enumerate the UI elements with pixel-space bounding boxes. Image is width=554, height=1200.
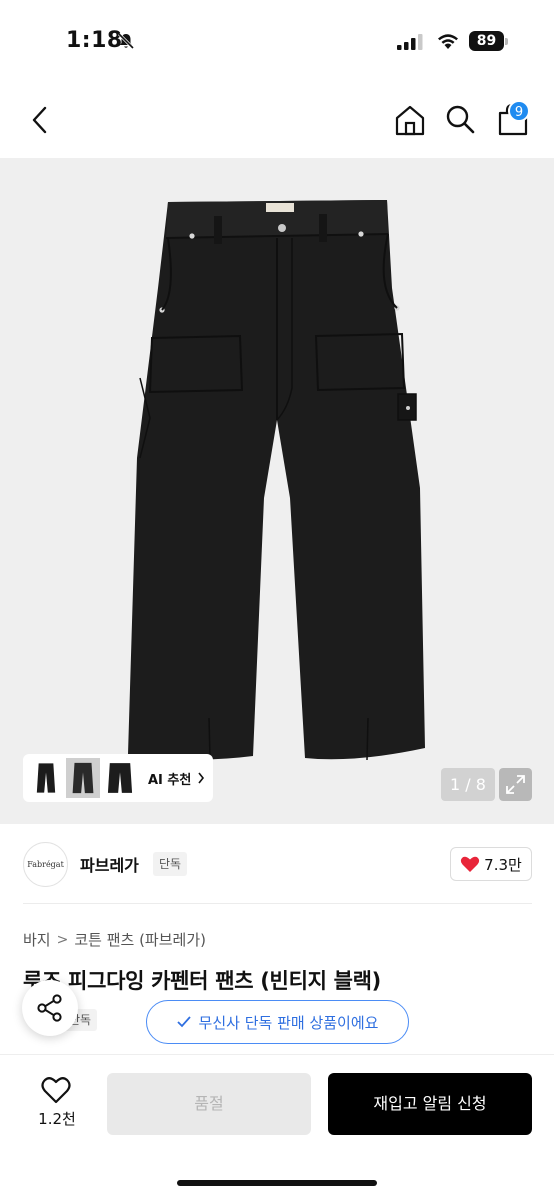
image-page-counter: 1 / 8 bbox=[441, 768, 495, 801]
share-icon bbox=[37, 994, 62, 1022]
heart-filled-icon bbox=[461, 856, 480, 872]
chevron-right-icon bbox=[198, 772, 205, 784]
product-title: 루즈 피그다잉 카펜터 팬츠 (빈티지 블랙) bbox=[23, 969, 381, 993]
search-icon[interactable] bbox=[444, 103, 476, 135]
home-icon[interactable] bbox=[393, 103, 427, 137]
brand-name[interactable]: 파브레가 bbox=[80, 852, 139, 876]
brand-logo[interactable]: Fabrégat bbox=[23, 842, 68, 887]
ai-recommend-link[interactable]: AI 추천 bbox=[148, 769, 205, 788]
bell-off-icon bbox=[117, 32, 135, 50]
share-button[interactable] bbox=[22, 980, 78, 1036]
thumbnail-1[interactable] bbox=[29, 758, 63, 798]
checkmark-icon bbox=[176, 1016, 191, 1028]
product-image-gallery[interactable]: AI 추천 1 / 8 bbox=[0, 158, 554, 824]
wish-count: 1.2천 bbox=[38, 1110, 76, 1128]
product-image bbox=[128, 200, 425, 761]
restock-alert-button[interactable]: 재입고 알림 신청 bbox=[328, 1073, 532, 1135]
home-indicator[interactable] bbox=[177, 1180, 377, 1186]
heart-outline-icon[interactable] bbox=[41, 1076, 71, 1104]
cart-count-badge: 9 bbox=[508, 100, 530, 122]
breadcrumb-item[interactable]: 코튼 팬츠 (파브레가) bbox=[74, 929, 206, 950]
ai-recommend-label: AI 추천 bbox=[148, 772, 192, 788]
thumbnail-2[interactable] bbox=[66, 758, 100, 798]
breadcrumb-separator-icon: > bbox=[56, 931, 69, 948]
brand-like-count: 7.3만 bbox=[484, 855, 522, 874]
back-chevron-icon[interactable] bbox=[26, 104, 54, 136]
brand-exclusive-tag: 단독 bbox=[153, 852, 188, 876]
ai-recommend-strip[interactable]: AI 추천 bbox=[23, 754, 213, 802]
status-time: 1:18 bbox=[66, 28, 123, 53]
soldout-button[interactable]: 품절 bbox=[107, 1073, 311, 1135]
musinsa-exclusive-notice[interactable]: 무신사 단독 판매 상품이에요 bbox=[146, 1000, 409, 1044]
wifi-icon bbox=[438, 34, 458, 49]
expand-icon[interactable] bbox=[499, 768, 532, 801]
status-bar: 1:18 89 bbox=[0, 0, 554, 82]
breadcrumb: 바지 > 코튼 팬츠 (파브레가) bbox=[23, 929, 206, 950]
musinsa-exclusive-text: 무신사 단독 판매 상품이에요 bbox=[198, 1013, 379, 1032]
thumbnail-3[interactable] bbox=[103, 758, 137, 798]
battery-level: 89 bbox=[469, 31, 504, 51]
cellular-signal-icon bbox=[397, 34, 423, 50]
brand-like-button[interactable]: 7.3만 bbox=[450, 847, 532, 881]
divider bbox=[23, 903, 532, 904]
breadcrumb-item[interactable]: 바지 bbox=[23, 929, 51, 950]
battery-icon: 89 bbox=[469, 31, 509, 51]
